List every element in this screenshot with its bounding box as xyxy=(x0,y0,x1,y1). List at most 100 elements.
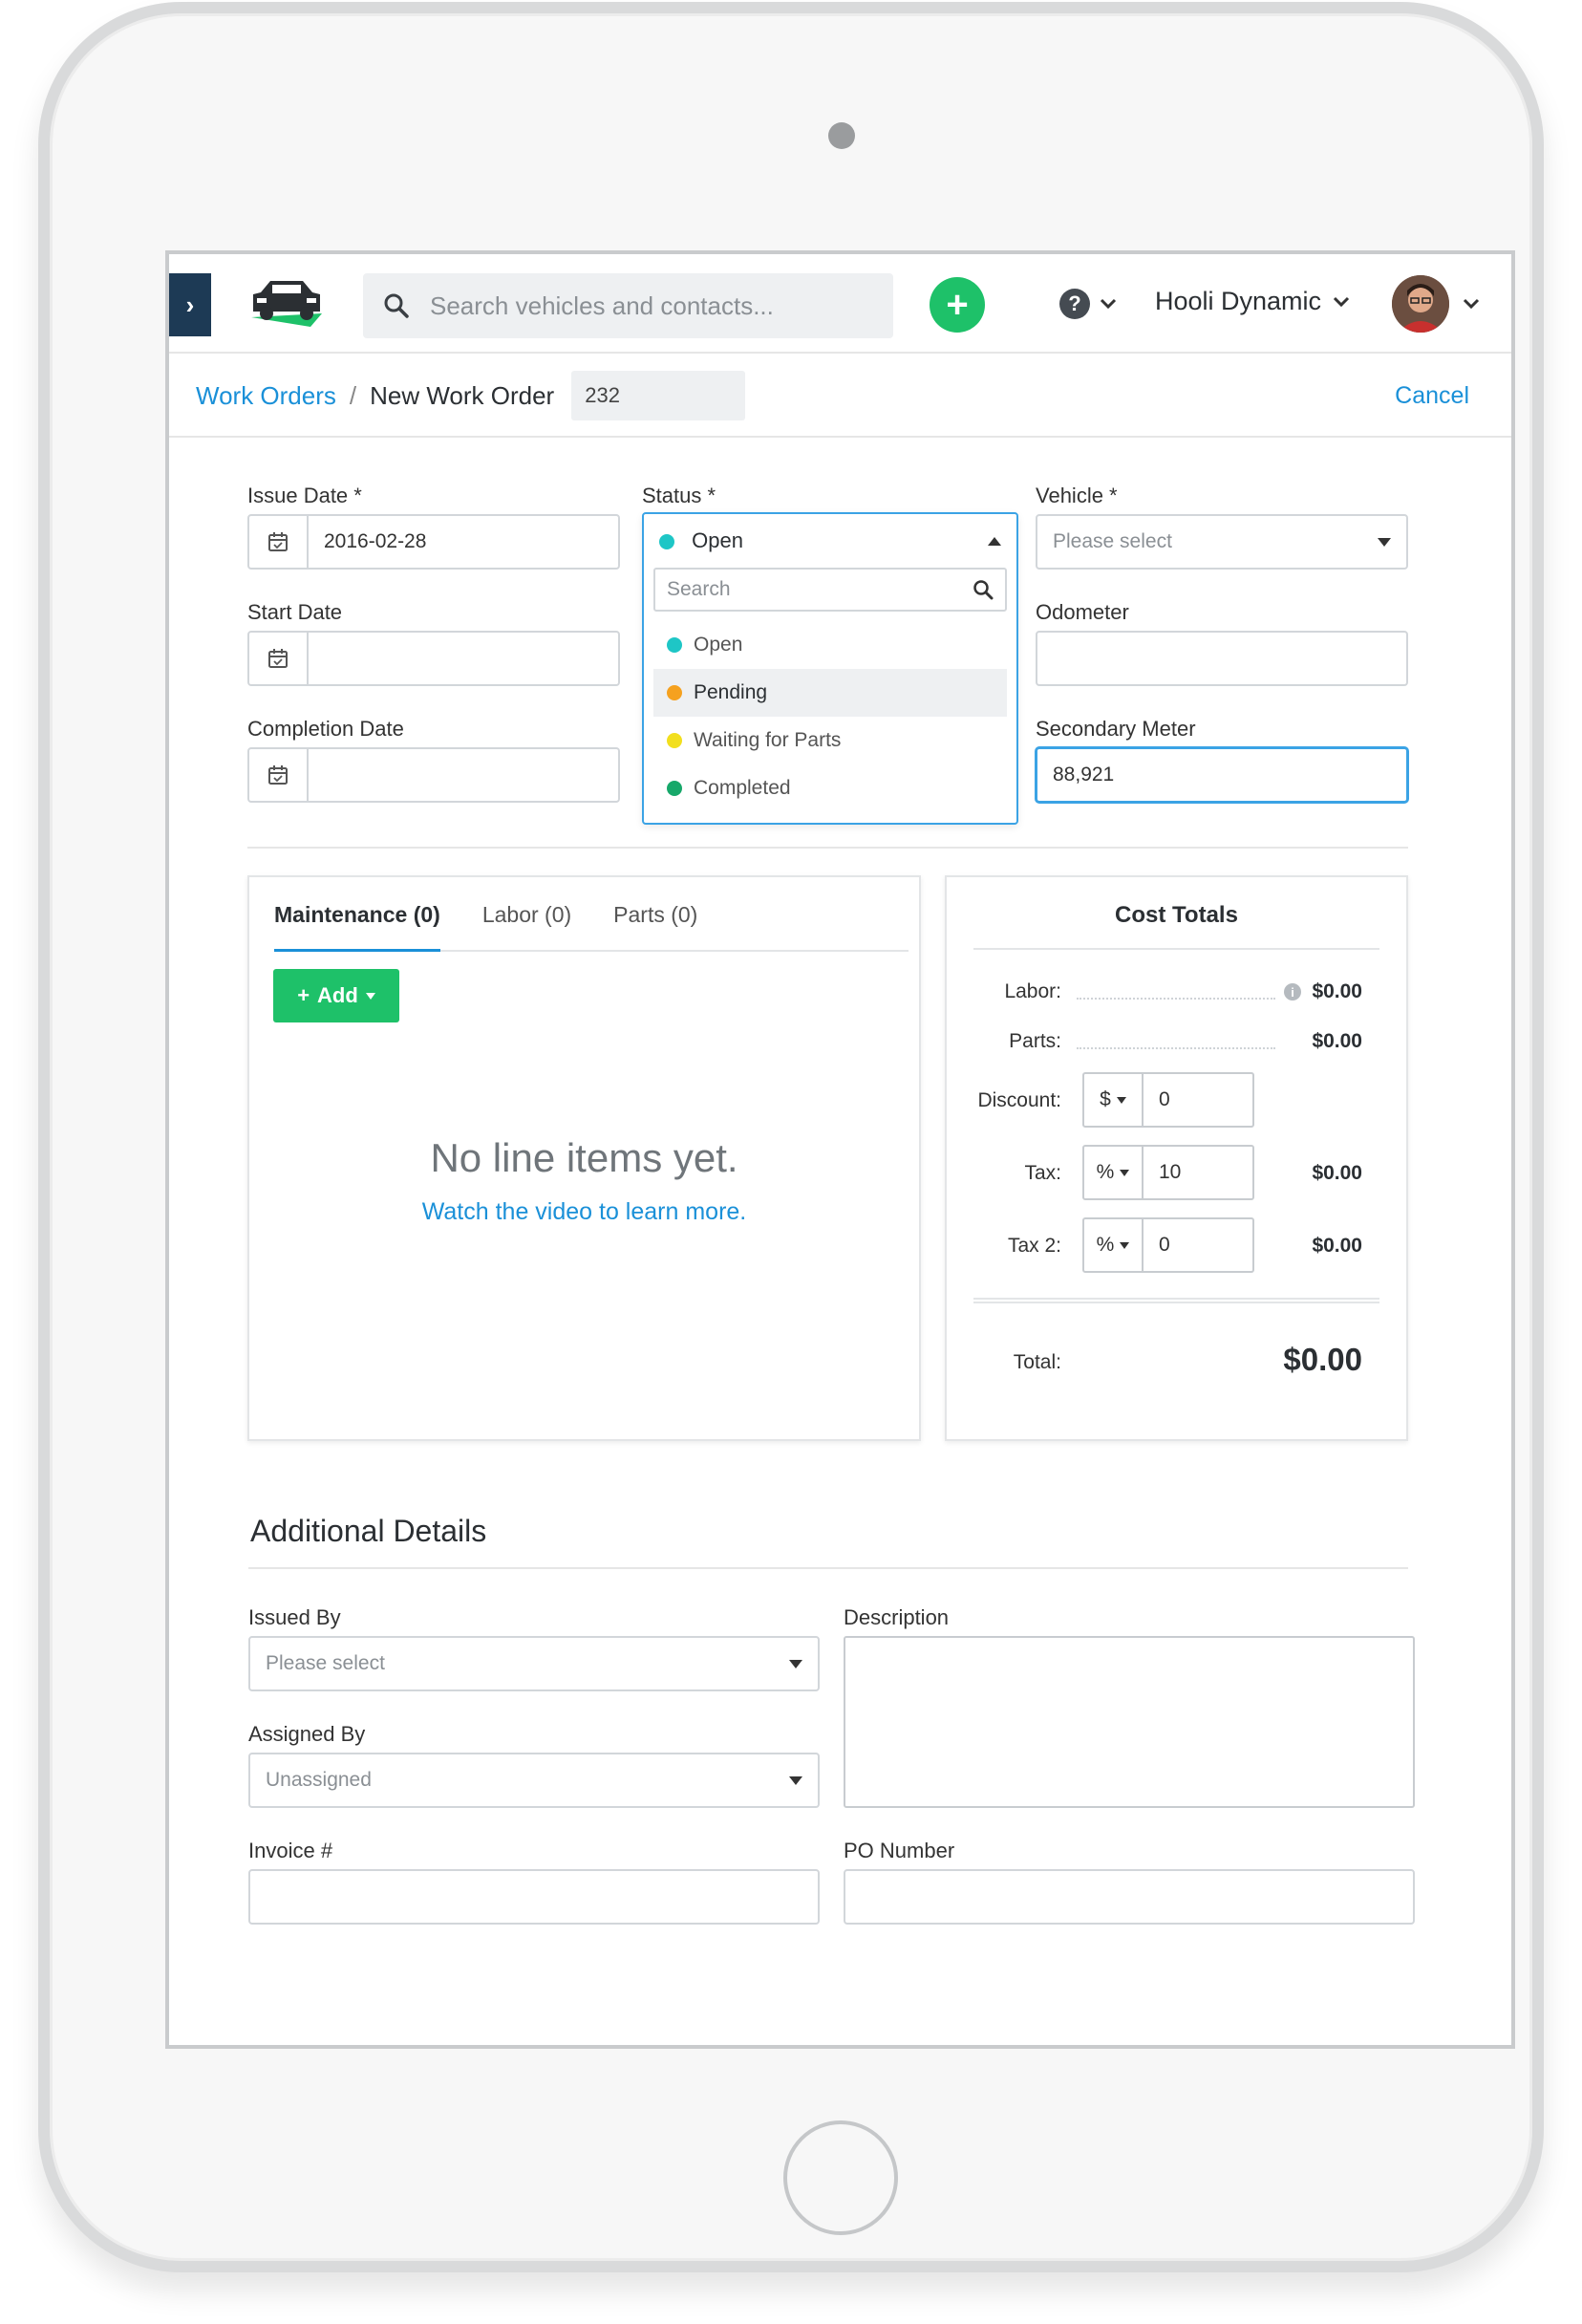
tax-amount: $0.00 xyxy=(1312,1162,1362,1184)
status-option-label: Open xyxy=(694,634,743,656)
watch-video-link[interactable]: Watch the video to learn more. xyxy=(249,1198,919,1226)
status-option-label: Completed xyxy=(694,777,791,799)
unit-label: % xyxy=(1096,1161,1115,1183)
sidebar-toggle-button[interactable]: › xyxy=(169,273,211,336)
secondary-meter-label: Secondary Meter xyxy=(1036,717,1196,741)
caret-down-icon xyxy=(365,992,375,1000)
divider xyxy=(973,948,1379,950)
account-switcher[interactable]: Hooli Dynamic xyxy=(1155,287,1350,316)
avatar xyxy=(1392,275,1449,333)
caret-down-icon xyxy=(1120,1169,1130,1176)
calendar-icon[interactable] xyxy=(249,633,309,684)
tax-label: Tax: xyxy=(1024,1162,1061,1184)
work-order-number-field[interactable]: 232 xyxy=(571,371,746,420)
discount-value: 0 xyxy=(1159,1088,1170,1110)
status-search-placeholder: Search xyxy=(667,578,731,600)
parts-label: Parts: xyxy=(1009,1030,1061,1052)
app-screen: › + ? Hooli Dynamic xyxy=(165,250,1515,2049)
issued-by-placeholder: Please select xyxy=(266,1652,385,1674)
user-menu[interactable] xyxy=(1392,275,1480,333)
search-input[interactable] xyxy=(430,290,879,321)
status-option-pending[interactable]: Pending xyxy=(653,669,1007,717)
status-option-completed[interactable]: Completed xyxy=(653,764,1007,812)
total-label: Total: xyxy=(1013,1351,1061,1373)
secondary-meter-value: 88,921 xyxy=(1053,764,1115,785)
status-option-open[interactable]: Open xyxy=(653,621,1007,669)
status-dropdown[interactable]: Open Search Open Pending Waiting for Par… xyxy=(642,512,1018,825)
unit-label: % xyxy=(1096,1234,1115,1256)
tax-value: 10 xyxy=(1159,1161,1182,1183)
status-options-list: Open Pending Waiting for Parts Completed xyxy=(644,621,1016,812)
help-icon: ? xyxy=(1059,289,1090,319)
status-option-waiting-for-parts[interactable]: Waiting for Parts xyxy=(653,717,1007,764)
tax2-unit-select[interactable]: % xyxy=(1084,1219,1144,1271)
tax-input[interactable]: % 10 xyxy=(1082,1145,1254,1200)
dotted-leader xyxy=(1077,1047,1275,1049)
po-number-field[interactable] xyxy=(844,1869,1415,1925)
tab-maintenance[interactable]: Maintenance (0) xyxy=(274,894,440,952)
breadcrumb-separator: / xyxy=(349,380,357,410)
status-dot xyxy=(667,733,682,748)
cancel-link[interactable]: Cancel xyxy=(1395,382,1469,410)
add-line-item-button[interactable]: + Add xyxy=(273,969,399,1022)
caret-up-icon xyxy=(988,536,1001,546)
global-search[interactable] xyxy=(363,273,893,338)
completion-date-label: Completion Date xyxy=(247,717,404,741)
tablet-frame: › + ? Hooli Dynamic xyxy=(38,2,1544,2272)
caret-down-icon xyxy=(1116,1096,1126,1104)
assigned-by-select[interactable]: Unassigned xyxy=(248,1753,820,1808)
line-items-tabs: Maintenance (0) Labor (0) Parts (0) xyxy=(274,894,909,952)
discount-unit-select[interactable]: $ xyxy=(1084,1074,1144,1126)
issue-date-value: 2016-02-28 xyxy=(324,530,427,552)
status-dot xyxy=(667,685,682,700)
vehicle-label: Vehicle * xyxy=(1036,484,1118,507)
odometer-field[interactable] xyxy=(1036,631,1408,686)
discount-input[interactable]: $ 0 xyxy=(1082,1072,1254,1128)
quick-add-button[interactable]: + xyxy=(930,277,985,333)
additional-details-title: Additional Details xyxy=(250,1514,487,1548)
status-select-toggle[interactable]: Open xyxy=(644,514,1016,568)
tab-parts[interactable]: Parts (0) xyxy=(613,894,697,950)
invoice-label: Invoice # xyxy=(248,1839,333,1862)
caret-down-icon xyxy=(1120,1241,1130,1249)
calendar-icon[interactable] xyxy=(249,749,309,801)
discount-label: Discount: xyxy=(977,1089,1061,1111)
info-icon[interactable]: i xyxy=(1284,983,1301,1001)
chevron-down-icon xyxy=(1100,298,1117,310)
tax-unit-select[interactable]: % xyxy=(1084,1147,1144,1198)
status-search-input[interactable]: Search xyxy=(653,568,1007,612)
description-textarea[interactable] xyxy=(844,1636,1415,1808)
labor-label: Labor: xyxy=(1004,980,1061,1002)
assigned-by-placeholder: Unassigned xyxy=(266,1769,372,1791)
issued-by-label: Issued By xyxy=(248,1605,341,1629)
assigned-by-label: Assigned By xyxy=(248,1722,366,1746)
car-logo-icon[interactable] xyxy=(244,275,330,333)
invoice-field[interactable] xyxy=(248,1869,820,1925)
issue-date-field[interactable]: 2016-02-28 xyxy=(247,514,620,570)
tax2-label: Tax 2: xyxy=(1007,1235,1061,1257)
completion-date-field[interactable] xyxy=(247,747,620,803)
po-number-label: PO Number xyxy=(844,1839,955,1862)
caret-down-icon xyxy=(1378,537,1391,547)
divider xyxy=(247,847,1408,849)
home-button[interactable] xyxy=(783,2120,898,2235)
secondary-meter-field[interactable]: 88,921 xyxy=(1036,747,1408,803)
status-option-label: Waiting for Parts xyxy=(694,729,842,751)
description-label: Description xyxy=(844,1605,950,1629)
unit-label: $ xyxy=(1100,1088,1111,1110)
vehicle-select[interactable]: Please select xyxy=(1036,514,1408,570)
issued-by-select[interactable]: Please select xyxy=(248,1636,820,1691)
start-date-field[interactable] xyxy=(247,631,620,686)
help-menu[interactable]: ? xyxy=(1059,289,1117,319)
tax2-input[interactable]: % 0 xyxy=(1082,1217,1254,1273)
calendar-icon[interactable] xyxy=(249,516,309,568)
status-selected-value: Open xyxy=(692,528,743,552)
breadcrumb-work-orders-link[interactable]: Work Orders xyxy=(196,381,336,411)
chevron-down-icon xyxy=(1334,296,1350,307)
tab-labor[interactable]: Labor (0) xyxy=(482,894,571,950)
cost-totals-title: Cost Totals xyxy=(1115,902,1238,928)
parts-amount: $0.00 xyxy=(1312,1030,1362,1052)
top-bar: › + ? Hooli Dynamic xyxy=(169,254,1511,354)
empty-state-title: No line items yet. xyxy=(430,1135,738,1180)
chevron-down-icon xyxy=(1463,298,1480,310)
